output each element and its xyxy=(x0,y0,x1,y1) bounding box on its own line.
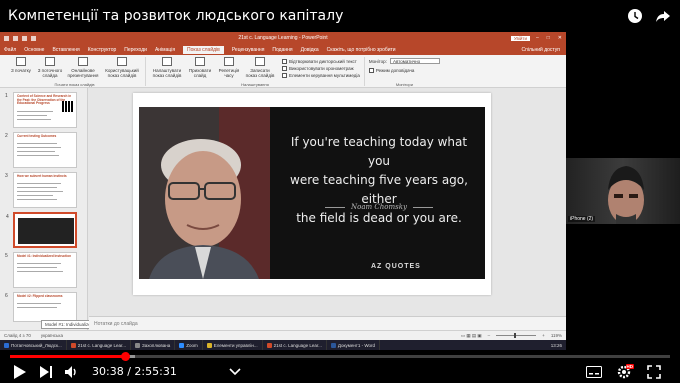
quick-access-toolbar[interactable] xyxy=(4,35,36,41)
progress-bar[interactable] xyxy=(10,352,670,361)
group-setup: Налаштувати показ слайдів Приховати слай… xyxy=(146,57,365,87)
volume-icon[interactable] xyxy=(62,362,82,382)
taskbar-item[interactable]: Потапчовський_Людск... xyxy=(0,340,67,350)
tab-home[interactable]: Основне xyxy=(24,47,44,53)
taskbar-item[interactable]: 21st c. Language Lear... xyxy=(263,340,327,350)
slide-editor[interactable]: If you're teaching today what you were t… xyxy=(89,88,566,316)
zoom-out-button[interactable]: – xyxy=(488,333,491,338)
slide-thumbnail[interactable]: 3 How we subvert human instincts xyxy=(5,172,77,208)
quote-image: If you're teaching today what you were t… xyxy=(139,107,485,279)
ribbon-tabs: Файл Основне Вставлення Конструктор Пере… xyxy=(0,44,566,55)
next-icon[interactable] xyxy=(36,362,56,382)
settings-icon[interactable]: HD xyxy=(614,362,634,382)
tab-design[interactable]: Конструктор xyxy=(88,47,117,53)
presenter-view-checkbox[interactable]: Режим доповідача xyxy=(368,67,440,74)
slide-thumbnail[interactable]: 6 Model #2: Flipped classrooms xyxy=(5,292,77,322)
played-bar xyxy=(10,355,126,358)
taskbar-item[interactable]: 21st c. Language Lear... xyxy=(67,340,131,350)
windows-taskbar: Потапчовський_Людск... 21st c. Language … xyxy=(0,340,566,350)
share-icon[interactable] xyxy=(654,7,672,25)
minimize-icon[interactable]: – xyxy=(536,35,539,41)
group-label: Почати показ слайдів xyxy=(54,82,95,87)
taskbar-item[interactable]: Захоплювана xyxy=(131,340,176,350)
tell-me-search[interactable]: Скажіть, що потрібно зробити xyxy=(327,47,396,53)
slide-thumbnails-pane[interactable]: 1 Context of Science and Research in the… xyxy=(0,88,119,340)
quote-author: Noam Chomsky xyxy=(279,203,479,211)
azquotes-logo: AZ QUOTES xyxy=(371,263,421,270)
tab-slideshow[interactable]: Показ слайдів xyxy=(183,45,224,54)
media-controls-checkbox[interactable]: Елементи керування мультимедіа xyxy=(282,72,360,79)
tab-insert[interactable]: Вставлення xyxy=(52,47,79,53)
video-title[interactable]: Компетенції та розвиток людського капіта… xyxy=(8,8,343,24)
ppt-titlebar: 21st c. Language Learning - PowerPoint У… xyxy=(0,32,566,44)
participant-face xyxy=(608,166,644,224)
zoom-in-button[interactable]: + xyxy=(542,333,545,338)
player-controls: 30:38 / 2:55:31 HD xyxy=(0,360,680,383)
tab-help[interactable]: Довідка xyxy=(301,47,319,53)
slide-counter: Слайд 4 з 70 xyxy=(4,333,31,338)
zoom-level[interactable]: 119% xyxy=(551,333,562,338)
slide-thumbnail-selected[interactable]: 4 xyxy=(6,212,77,248)
group-start-slideshow: З початку З поточного слайда Онлайнове п… xyxy=(4,57,146,87)
quote-text: If you're teaching today what you were t… xyxy=(290,135,468,225)
slide-thumbnail[interactable]: 2 Current testing Outcomes xyxy=(5,132,77,168)
tab-review[interactable]: Рецензування xyxy=(232,47,265,53)
play-icon[interactable] xyxy=(10,362,30,382)
powerpoint-window: 21st c. Language Learning - PowerPoint У… xyxy=(0,32,566,350)
hd-badge: HD xyxy=(625,363,634,369)
view-buttons[interactable]: ▭ ▦ ▤ ▣ xyxy=(461,333,482,339)
close-icon[interactable]: ✕ xyxy=(558,35,562,41)
notes-pane[interactable]: Нотатки до слайда xyxy=(89,316,566,330)
ribbon: З початку З поточного слайда Онлайнове п… xyxy=(0,55,566,88)
group-label: Налаштування xyxy=(241,82,269,87)
time-display: 30:38 / 2:55:31 xyxy=(92,365,177,378)
tab-view[interactable]: Подання xyxy=(272,47,292,53)
tab-transitions[interactable]: Переходи xyxy=(124,47,147,53)
taskbar-item[interactable]: Елементи управлін... xyxy=(203,340,263,350)
watch-later-icon[interactable] xyxy=(626,7,644,25)
tab-animations[interactable]: Анімація xyxy=(155,47,175,53)
taskbar-item[interactable]: Zoom xyxy=(175,340,203,350)
participant-video: iPhone (2) xyxy=(566,158,680,224)
current-slide[interactable]: If you're teaching today what you were t… xyxy=(133,93,491,295)
zoom-slider[interactable] xyxy=(496,333,537,338)
slide-thumbnail[interactable]: 1 Context of Science and Research in the… xyxy=(5,92,77,128)
use-timings-checkbox[interactable]: Використовувати хронометраж xyxy=(282,65,360,72)
tab-file[interactable]: Файл xyxy=(4,47,16,53)
taskbar-item[interactable]: Документ1 - Word xyxy=(327,340,381,350)
group-label: Монітори xyxy=(395,82,413,87)
share-button[interactable]: Спільний доступ xyxy=(522,47,560,53)
chevron-down-icon[interactable] xyxy=(225,362,245,382)
tray-clock: 13:26 xyxy=(550,342,562,348)
portrait-image xyxy=(139,107,270,279)
sign-in-button[interactable]: Увійти xyxy=(510,35,530,41)
subtitles-icon[interactable] xyxy=(584,362,604,382)
monitor-select[interactable]: Монітор: Автоматично xyxy=(369,58,440,64)
slide-thumbnail[interactable]: 5 Model #1: Individualized Instruction xyxy=(5,252,77,288)
language-indicator[interactable]: українська xyxy=(41,333,63,338)
document-title: 21st c. Language Learning - PowerPoint xyxy=(238,35,328,41)
play-narrations-checkbox[interactable]: Відтворювати дикторський текст xyxy=(282,58,360,65)
fullscreen-icon[interactable] xyxy=(644,362,664,382)
maximize-icon[interactable]: □ xyxy=(547,35,550,41)
system-tray[interactable]: 13:26 xyxy=(551,343,566,348)
workspace: 1 Context of Science and Research in the… xyxy=(0,88,566,340)
group-monitors: Монітор: Автоматично Режим доповідача Мон… xyxy=(365,57,444,87)
status-bar: Слайд 4 з 70 українська ▭ ▦ ▤ ▣ – + 119% xyxy=(0,330,566,340)
participant-name: iPhone (2) xyxy=(568,216,596,222)
video-player[interactable]: Компетенції та розвиток людського капіта… xyxy=(0,0,680,383)
